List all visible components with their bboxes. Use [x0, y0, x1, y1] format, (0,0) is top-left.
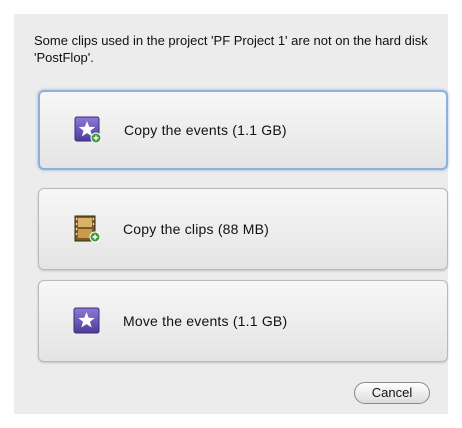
star-icon	[73, 307, 100, 334]
move-events-label: Move the events (1.1 GB)	[123, 313, 288, 329]
dialog-message: Some clips used in the project 'PF Proje…	[34, 33, 428, 65]
copy-events-label: Copy the events (1.1 GB)	[124, 122, 287, 138]
copy-clips-label: Copy the clips (88 MB)	[123, 221, 270, 237]
copy-events-option[interactable]: Copy the events (1.1 GB)	[38, 90, 448, 170]
cancel-button[interactable]: Cancel	[354, 382, 430, 404]
star-copy-icon	[74, 116, 102, 144]
copy-clips-option[interactable]: Copy the clips (88 MB)	[38, 188, 448, 270]
move-events-option[interactable]: Move the events (1.1 GB)	[38, 280, 448, 362]
copy-options-dialog: Some clips used in the project 'PF Proje…	[14, 14, 448, 414]
film-clip-copy-icon	[74, 215, 101, 243]
